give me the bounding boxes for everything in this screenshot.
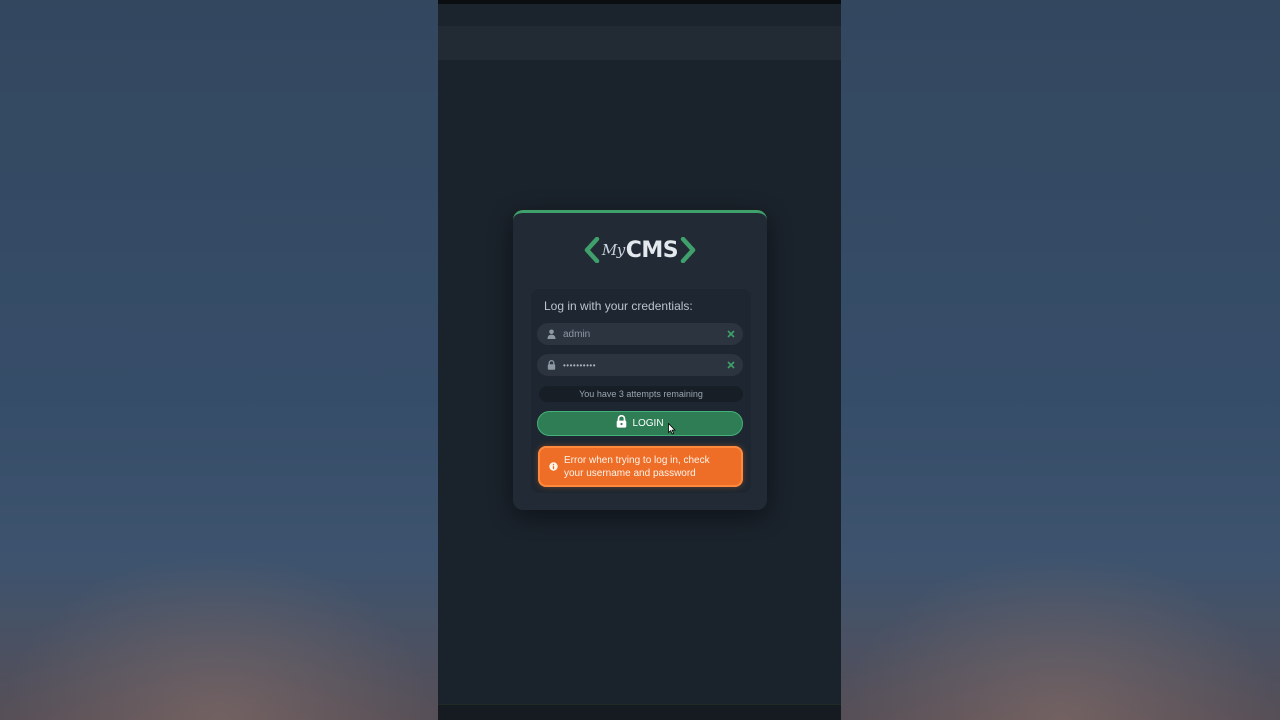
login-button-label: LOGIN: [632, 418, 664, 429]
logo-prefix: My: [601, 241, 625, 259]
bottom-bar: [438, 704, 841, 720]
background-right: [841, 0, 1280, 720]
lock-icon: [539, 360, 563, 370]
mouse-cursor-icon: [668, 422, 676, 440]
error-alert: Error when trying to log in, check your …: [538, 446, 743, 487]
close-icon[interactable]: [721, 330, 741, 338]
password-field[interactable]: ••••••••••: [537, 354, 743, 376]
user-icon: [539, 329, 563, 339]
chevron-left-icon: [584, 237, 600, 263]
logo-main: CMS: [625, 237, 679, 263]
close-icon[interactable]: [721, 361, 741, 369]
form-title: Log in with your credentials:: [544, 299, 693, 313]
status-bar: [438, 4, 841, 26]
phone-screen: My CMS Log in with your credentials: adm…: [438, 0, 841, 720]
lock-open-icon: [616, 414, 627, 433]
username-value: admin: [563, 328, 591, 340]
login-card: My CMS Log in with your credentials: adm…: [513, 210, 767, 510]
info-icon: [542, 462, 564, 471]
login-button[interactable]: LOGIN: [537, 411, 743, 436]
background-left: [0, 0, 438, 720]
chevron-right-icon: [680, 237, 696, 263]
attempts-remaining: You have 3 attempts remaining: [539, 386, 743, 402]
logo: My CMS: [513, 233, 767, 267]
error-message: Error when trying to log in, check your …: [564, 454, 710, 479]
username-field[interactable]: admin: [537, 323, 743, 345]
app-header: [438, 26, 841, 60]
password-value: ••••••••••: [563, 360, 597, 370]
login-form: Log in with your credentials: admin ••••…: [531, 289, 751, 493]
